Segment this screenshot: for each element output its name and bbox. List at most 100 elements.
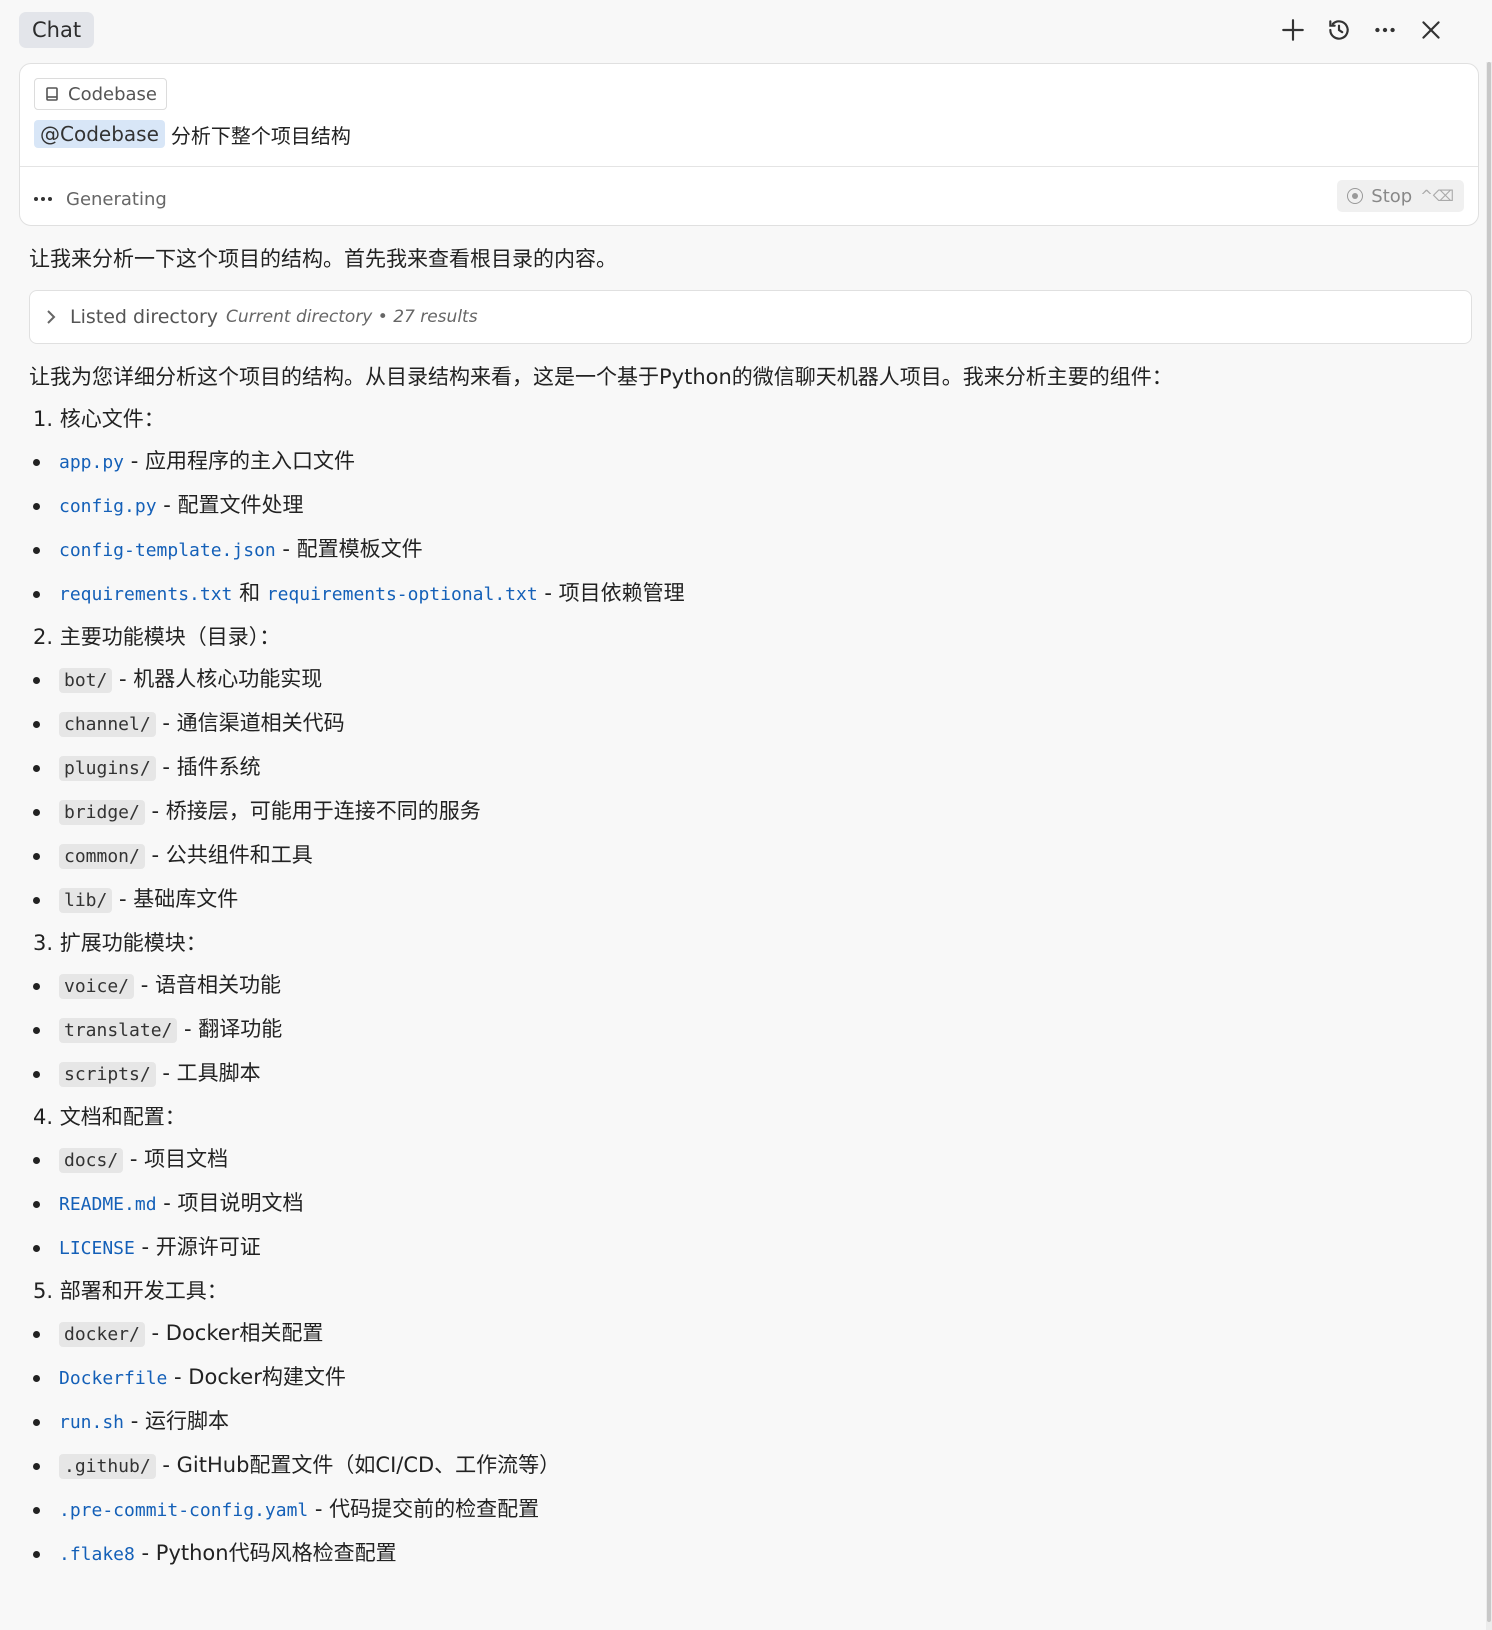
item-description: - 翻译功能 xyxy=(177,1017,283,1041)
code-reference[interactable]: bridge/ xyxy=(59,800,145,825)
new-chat-icon[interactable] xyxy=(1277,12,1309,48)
item-description: - Python代码风格检查配置 xyxy=(134,1541,397,1565)
list-item: scripts/ - 工具脚本 xyxy=(29,1058,1469,1090)
list-item: run.sh - 运行脚本 xyxy=(29,1406,1469,1438)
code-reference[interactable]: requirements-optional.txt xyxy=(267,584,538,605)
tool-meta: Current directory • 27 results xyxy=(226,307,478,327)
section-title: 1. 核心文件： xyxy=(33,407,165,431)
item-description: - 配置文件处理 xyxy=(156,493,304,517)
section-title: 5. 部署和开发工具： xyxy=(33,1279,228,1303)
code-reference[interactable]: plugins/ xyxy=(59,756,156,781)
code-reference[interactable]: Dockerfile xyxy=(59,1368,167,1389)
section-list: docker/ - Docker相关配置 Dockerfile - Docker构… xyxy=(29,1318,1469,1570)
list-item: .flake8 - Python代码风格检查配置 xyxy=(29,1538,1469,1570)
section-list: docs/ - 项目文档 README.md - 项目说明文档 LICENSE - … xyxy=(29,1144,1469,1264)
list-item: .github/ - GitHub配置文件（如CI/CD、工作流等） xyxy=(29,1450,1469,1482)
stop-icon xyxy=(1347,188,1364,204)
item-description: - Docker相关配置 xyxy=(144,1321,324,1345)
code-reference[interactable]: scripts/ xyxy=(59,1062,156,1087)
list-item: lib/ - 基础库文件 xyxy=(29,884,1469,916)
item-description: - 运行脚本 xyxy=(124,1409,229,1433)
query-content: 分析下整个项目结构 xyxy=(170,123,351,148)
stop-button[interactable]: Stop ^⌫ xyxy=(1337,180,1464,212)
loading-dots-icon xyxy=(34,197,52,201)
scrollbar[interactable] xyxy=(1486,62,1492,1630)
top-bar: Chat xyxy=(0,0,1492,62)
list-item: config-template.json - 配置模板文件 xyxy=(29,534,1469,566)
item-description: - GitHub配置文件（如CI/CD、工作流等） xyxy=(155,1453,561,1477)
code-reference[interactable]: lib/ xyxy=(59,888,113,913)
item-description: - 项目文档 xyxy=(123,1147,229,1171)
item-description: - 应用程序的主入口文件 xyxy=(124,449,355,473)
code-reference[interactable]: app.py xyxy=(59,452,124,473)
code-reference[interactable]: requirements.txt xyxy=(59,584,232,605)
header-actions xyxy=(1277,12,1447,48)
item-description: - 项目依赖管理 xyxy=(537,581,685,605)
history-icon[interactable] xyxy=(1323,12,1355,48)
code-reference[interactable]: .flake8 xyxy=(59,1544,135,1565)
section-list: bot/ - 机器人核心功能实现 channel/ - 通信渠道相关代码 plugi… xyxy=(29,664,1469,916)
tab-chat[interactable]: Chat xyxy=(19,12,95,48)
code-reference[interactable]: config.py xyxy=(59,496,157,517)
list-item: channel/ - 通信渠道相关代码 xyxy=(29,708,1469,740)
codebase-chip-label: Codebase xyxy=(68,83,157,105)
codebase-mention: @Codebase xyxy=(34,120,165,148)
input-divider xyxy=(20,166,1478,167)
code-reference[interactable]: README.md xyxy=(59,1194,157,1215)
list-item: LICENSE - 开源许可证 xyxy=(29,1232,1469,1264)
item-description: - 工具脚本 xyxy=(155,1061,261,1085)
list-item: voice/ - 语音相关功能 xyxy=(29,970,1469,1002)
list-item: .pre-commit-config.yaml - 代码提交前的检查配置 xyxy=(29,1494,1469,1526)
section-title: 2. 主要功能模块（目录）： xyxy=(33,625,281,649)
response-sections: 1. 核心文件： app.py - 应用程序的主入口文件 config.py - 配… xyxy=(29,404,1469,1570)
item-description: - 语音相关功能 xyxy=(134,973,281,997)
list-item: requirements.txt 和 requirements-optional… xyxy=(29,578,1469,610)
close-icon[interactable] xyxy=(1415,12,1447,48)
assistant-response: 让我来分析一下这个项目的结构。首先我来查看根目录的内容。 Listed dire… xyxy=(29,244,1472,1570)
list-item: config.py - 配置文件处理 xyxy=(29,490,1469,522)
code-reference[interactable]: config-template.json xyxy=(59,540,276,561)
code-reference[interactable]: common/ xyxy=(59,844,145,869)
tool-label: Listed directory xyxy=(70,306,219,328)
code-reference[interactable]: channel/ xyxy=(59,712,156,737)
code-reference[interactable]: run.sh xyxy=(59,1412,124,1433)
list-item: translate/ - 翻译功能 xyxy=(29,1014,1469,1046)
code-reference[interactable]: translate/ xyxy=(59,1018,178,1043)
list-item: Dockerfile - Docker构建文件 xyxy=(29,1362,1469,1394)
item-description: - 机器人核心功能实现 xyxy=(112,667,323,691)
item-description: - 桥接层，可能用于连接不同的服务 xyxy=(144,799,481,823)
more-options-icon[interactable] xyxy=(1369,12,1401,48)
codebase-context-chip[interactable]: Codebase xyxy=(34,78,167,110)
item-description: - 代码提交前的检查配置 xyxy=(308,1497,540,1521)
section-list: voice/ - 语音相关功能 translate/ - 翻译功能 scripts/… xyxy=(29,970,1469,1090)
code-reference[interactable]: .github/ xyxy=(59,1454,156,1479)
list-item: common/ - 公共组件和工具 xyxy=(29,840,1469,872)
tool-call-card[interactable]: Listed directory Current directory • 27 … xyxy=(29,290,1472,344)
section-title: 4. 文档和配置： xyxy=(33,1105,186,1129)
list-item: docs/ - 项目文档 xyxy=(29,1144,1469,1176)
query-text[interactable]: @Codebase 分析下整个项目结构 xyxy=(34,118,351,150)
code-reference[interactable]: bot/ xyxy=(59,668,113,693)
code-reference[interactable]: LICENSE xyxy=(59,1238,135,1259)
list-item: bridge/ - 桥接层，可能用于连接不同的服务 xyxy=(29,796,1469,828)
item-connector: 和 xyxy=(232,581,267,605)
item-description: - 开源许可证 xyxy=(134,1235,261,1259)
book-icon xyxy=(46,87,58,101)
list-item: app.py - 应用程序的主入口文件 xyxy=(29,446,1469,478)
item-description: - 项目说明文档 xyxy=(156,1191,304,1215)
code-reference[interactable]: .pre-commit-config.yaml xyxy=(59,1500,308,1521)
code-reference[interactable]: docker/ xyxy=(59,1322,145,1347)
list-item: README.md - 项目说明文档 xyxy=(29,1188,1469,1220)
list-item: bot/ - 机器人核心功能实现 xyxy=(29,664,1469,696)
item-description: - Docker构建文件 xyxy=(167,1365,346,1389)
section-list: app.py - 应用程序的主入口文件 config.py - 配置文件处理 con… xyxy=(29,446,1469,610)
item-description: - 基础库文件 xyxy=(112,887,239,911)
code-reference[interactable]: docs/ xyxy=(59,1148,124,1173)
generating-status: Generating xyxy=(34,184,167,214)
response-summary: 让我为您详细分析这个项目的结构。从目录结构来看，这是一个基于Python的微信聊… xyxy=(29,365,1173,389)
stop-shortcut: ^⌫ xyxy=(1420,187,1454,205)
item-description: - 插件系统 xyxy=(155,755,261,779)
status-label: Generating xyxy=(66,188,167,210)
chat-input-box[interactable]: Codebase @Codebase 分析下整个项目结构 Generating … xyxy=(19,63,1479,226)
code-reference[interactable]: voice/ xyxy=(59,974,135,999)
